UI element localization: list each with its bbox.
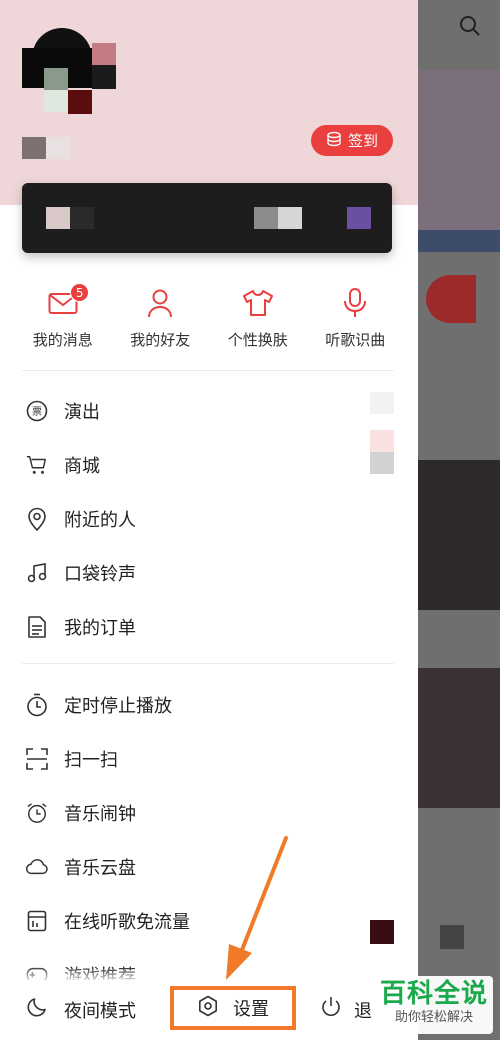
menu-item-cloud-drive[interactable]: 音乐云盘 [0, 840, 418, 894]
timer-icon [26, 693, 48, 717]
menu-label: 我的订单 [64, 618, 136, 639]
mic-icon [342, 285, 368, 321]
logout-button[interactable]: 退 [320, 996, 372, 1023]
menu-group-services: 票 演出 商城 附近的人 口袋铃声 我的订单 [0, 384, 418, 654]
cart-icon [26, 454, 48, 476]
drawer-bottom-bar: 夜间模式 设置 退 [0, 980, 418, 1040]
scan-icon [26, 748, 48, 770]
side-drawer: 签到 5 我的消息 我的好友 个性换肤 听歌识曲 票 演出 商城 附近的人 口袋… [0, 0, 418, 1040]
menu-label: 口袋铃声 [64, 564, 136, 585]
promo-thumbnail [370, 452, 394, 474]
coins-icon [326, 131, 342, 151]
quick-label: 个性换肤 [227, 331, 288, 349]
menu-item-sleep-timer[interactable]: 定时停止播放 [0, 678, 418, 732]
divider [22, 663, 394, 664]
menu-item-scan[interactable]: 扫一扫 [0, 732, 418, 786]
shirt-icon [242, 285, 274, 321]
quick-friends[interactable]: 我的好友 [113, 285, 208, 360]
watermark-subtitle: 助你轻松解决 [394, 1010, 473, 1025]
document-icon [26, 616, 48, 638]
quick-song-recognition[interactable]: 听歌识曲 [308, 285, 403, 360]
promo-thumbnail [370, 920, 394, 944]
search-icon[interactable] [458, 14, 482, 42]
vip-card[interactable] [22, 183, 392, 253]
username [22, 137, 70, 159]
cloud-icon [26, 856, 48, 878]
menu-item-nearby[interactable]: 附近的人 [0, 492, 418, 546]
menu-item-alarm[interactable]: 音乐闹钟 [0, 786, 418, 840]
menu-label: 在线听歌免流量 [64, 912, 190, 933]
menu-item-orders[interactable]: 我的订单 [0, 600, 418, 654]
quick-actions: 5 我的消息 我的好友 个性换肤 听歌识曲 [0, 283, 418, 360]
svg-text:票: 票 [32, 406, 42, 418]
menu-label: 音乐云盘 [64, 858, 136, 879]
menu-label: 定时停止播放 [64, 696, 172, 717]
watermark-title: 百科全说 [379, 979, 488, 1009]
unread-badge: 5 [70, 283, 90, 302]
recommend-icon [426, 275, 476, 323]
drawer-header: 签到 [0, 0, 418, 205]
night-mode-label: 夜间模式 [64, 1000, 136, 1022]
quick-skins[interactable]: 个性换肤 [210, 285, 305, 360]
menu-item-store[interactable]: 商城 [0, 430, 418, 492]
quick-messages[interactable]: 5 我的消息 [15, 283, 110, 360]
logout-label: 退 [354, 1000, 372, 1022]
banner-thumbnail [418, 70, 500, 230]
location-pin-icon [26, 507, 48, 531]
menu-group-tools: 定时停止播放 扫一扫 音乐闹钟 音乐云盘 在线听歌免流量 游戏推荐 [0, 678, 418, 1002]
checkin-label: 签到 [347, 132, 378, 150]
menu-label: 商城 [64, 456, 100, 477]
menu-label: 扫一扫 [64, 750, 118, 771]
power-icon [320, 996, 342, 1023]
menu-item-shows[interactable]: 票 演出 [0, 384, 418, 438]
playlist-cover [440, 925, 464, 949]
menu-label: 演出 [64, 402, 100, 423]
banner-strip [418, 230, 500, 252]
ticket-icon: 票 [26, 400, 48, 422]
quick-label: 我的好友 [130, 331, 191, 349]
promo-thumbnail [370, 430, 394, 452]
settings-button[interactable]: 设置 [170, 986, 296, 1030]
menu-label: 音乐闹钟 [64, 804, 136, 825]
music-note-icon [26, 562, 48, 584]
alarm-clock-icon [26, 802, 48, 824]
gear-icon [197, 995, 219, 1022]
playlist-cover [418, 460, 500, 610]
promo-thumbnail [370, 392, 394, 414]
settings-label: 设置 [233, 999, 269, 1020]
menu-item-free-data[interactable]: 在线听歌免流量 [0, 894, 418, 948]
dimmed-main-content[interactable] [418, 0, 500, 1040]
avatar[interactable] [22, 28, 117, 114]
night-mode-button[interactable]: 夜间模式 [26, 996, 136, 1023]
moon-icon [26, 996, 48, 1023]
quick-label: 听歌识曲 [325, 331, 386, 349]
menu-item-ringtones[interactable]: 口袋铃声 [0, 546, 418, 600]
menu-label: 附近的人 [64, 510, 136, 531]
person-icon [147, 285, 173, 321]
sim-card-icon [26, 910, 48, 932]
quick-label: 我的消息 [32, 331, 93, 349]
playlist-cover [418, 668, 500, 808]
watermark-logo: 百科全说 助你轻松解决 [375, 976, 493, 1034]
divider [22, 370, 394, 371]
checkin-button[interactable]: 签到 [311, 125, 393, 156]
